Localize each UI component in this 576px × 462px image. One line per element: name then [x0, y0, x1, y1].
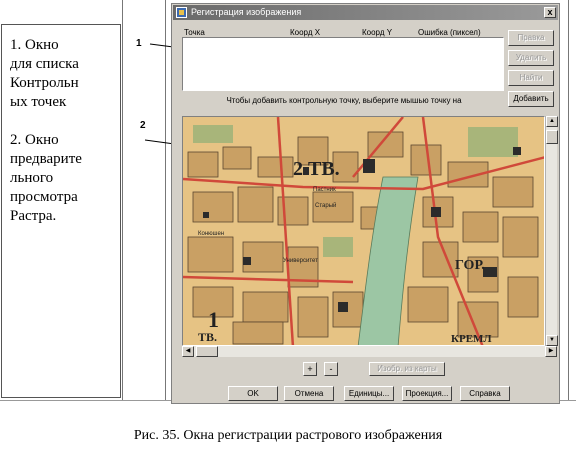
- figure-caption: Рис. 35. Окна регистрации растрового изо…: [133, 428, 443, 443]
- column-header-x[interactable]: Коорд X: [290, 28, 320, 37]
- map-label-1: 1: [208, 307, 219, 332]
- control-points-list[interactable]: [182, 37, 504, 91]
- callout-2: 2: [140, 120, 146, 131]
- vertical-scroll-thumb[interactable]: [546, 130, 558, 144]
- scroll-down-icon[interactable]: ▼: [546, 335, 558, 346]
- annotation-line: Растра.: [10, 208, 57, 224]
- map-label-1tv: ТВ.: [198, 330, 217, 344]
- dialog-titlebar[interactable]: Регистрация изображения x: [173, 5, 558, 20]
- add-button[interactable]: Добавить: [508, 91, 554, 107]
- image-from-map-button[interactable]: Изобр. из карты: [369, 362, 445, 376]
- map-park: [323, 237, 353, 257]
- map-label-street: Пастник: [313, 187, 336, 193]
- map-label-kreml: КРЕМЛ: [451, 333, 492, 345]
- dialog-title: Регистрация изображения: [191, 7, 302, 17]
- scroll-left-icon[interactable]: ◀: [182, 346, 194, 357]
- scroll-up-icon[interactable]: ▲: [546, 116, 558, 127]
- vertical-scrollbar[interactable]: ▲ ▼: [545, 116, 558, 346]
- annotation-line: просмотра: [10, 189, 78, 205]
- map-park: [193, 125, 233, 143]
- divider-line: [122, 0, 123, 400]
- annotation-text: 1. Окно для списка Контрольн ых точек 2.…: [10, 36, 118, 245]
- divider-line: [165, 0, 166, 400]
- column-header-point[interactable]: Точка: [184, 28, 205, 37]
- ok-button[interactable]: OK: [228, 386, 278, 401]
- cancel-button[interactable]: Отмена: [284, 386, 334, 401]
- map-label-street: Университет: [283, 258, 318, 264]
- close-button[interactable]: x: [544, 7, 556, 18]
- projection-button[interactable]: Проекция...: [402, 386, 452, 401]
- horizontal-scroll-thumb[interactable]: [196, 346, 218, 357]
- app-icon: [176, 7, 187, 18]
- column-header-y[interactable]: Коорд Y: [362, 28, 392, 37]
- map-label-2tv: 2 ТВ.: [293, 158, 340, 180]
- scroll-right-icon[interactable]: ▶: [545, 346, 557, 357]
- zoom-in-button[interactable]: +: [303, 362, 317, 376]
- find-button[interactable]: Найти: [508, 70, 554, 86]
- map-label-gor: ГОР.: [455, 258, 485, 273]
- annotation-line: льного: [10, 170, 54, 186]
- annotation-line: 1. Окно: [10, 37, 59, 53]
- column-header-error[interactable]: Ошибка (пиксел): [418, 28, 481, 37]
- map-label-street: Старый: [315, 202, 336, 209]
- raster-preview[interactable]: 2 ТВ. 1 ТВ. ГОР. КРЕМЛ Пастник Старый Ун…: [182, 116, 545, 346]
- callout-1: 1: [136, 38, 142, 49]
- delete-button[interactable]: Удалить: [508, 50, 554, 66]
- help-button[interactable]: Справка: [460, 386, 510, 401]
- annotation-line: предварите: [10, 151, 82, 167]
- map-label-street: Конюшен: [198, 231, 224, 237]
- annotation-line: Контрольн: [10, 75, 79, 91]
- annotation-line: ых точек: [10, 94, 67, 110]
- zoom-out-button[interactable]: -: [324, 362, 338, 376]
- annotation-line: для списка: [10, 56, 79, 72]
- edit-button[interactable]: Правка: [508, 30, 554, 46]
- annotation-item-2: 2. Окно предварите льного просмотра Раст…: [10, 131, 118, 226]
- map-park: [468, 127, 518, 157]
- hint-text: Чтобы добавить контрольную точку, выбери…: [226, 96, 462, 105]
- divider-line: [568, 0, 569, 400]
- annotation-line: 2. Окно: [10, 132, 59, 148]
- annotation-item-1: 1. Окно для списка Контрольн ых точек: [10, 36, 118, 112]
- horizontal-scrollbar[interactable]: ◀ ▶: [182, 346, 557, 357]
- units-button[interactable]: Единицы...: [344, 386, 394, 401]
- registration-dialog: Регистрация изображения x Точка Коорд X …: [171, 3, 560, 404]
- map-image: 2 ТВ. 1 ТВ. ГОР. КРЕМЛ Пастник Старый Ун…: [183, 117, 544, 345]
